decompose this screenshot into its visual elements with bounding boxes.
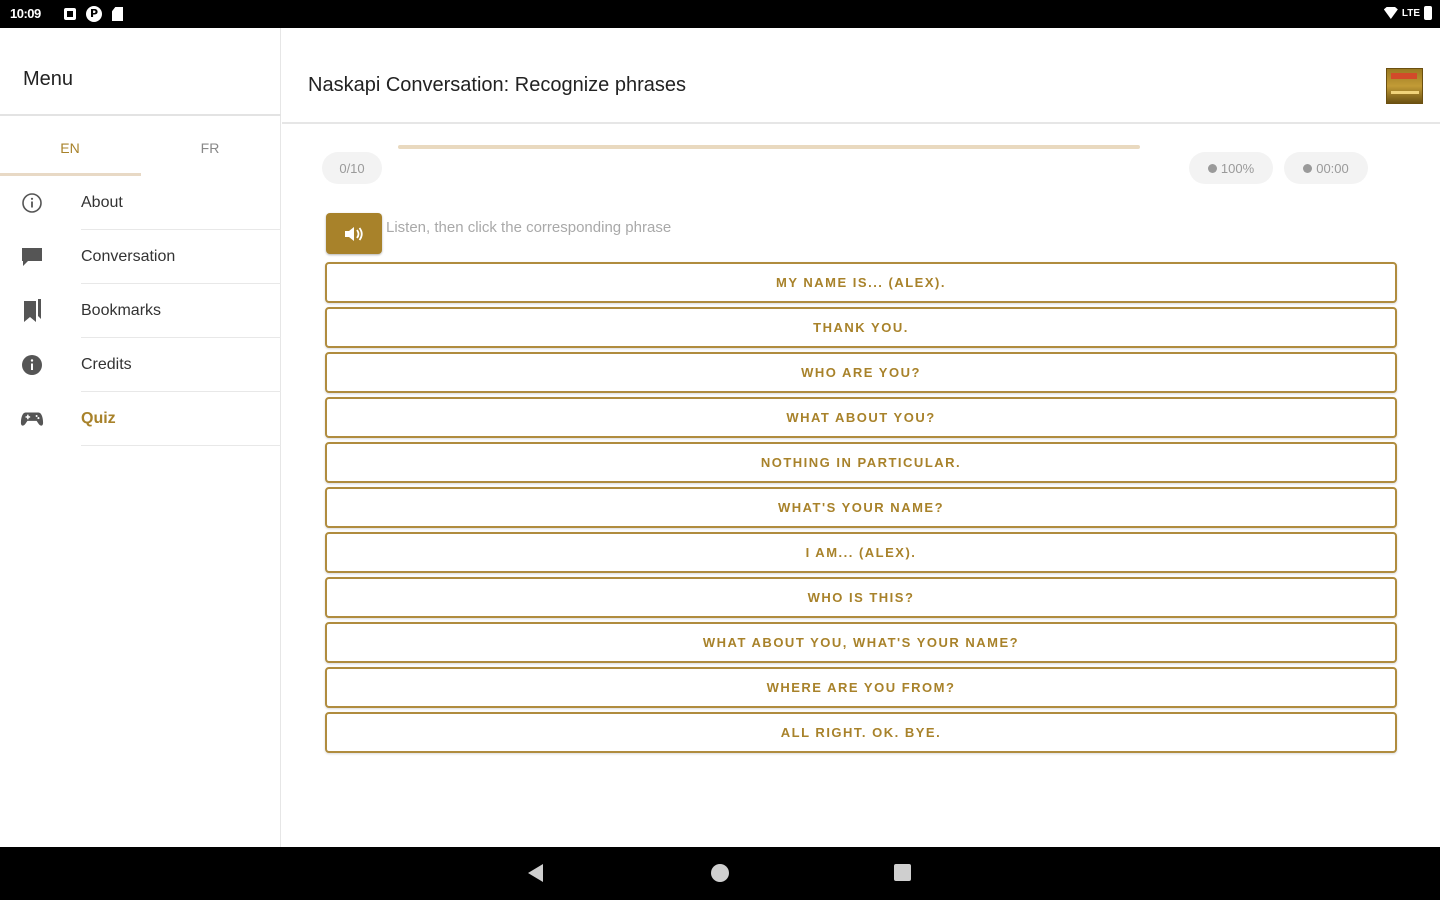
home-icon[interactable]: [711, 864, 729, 882]
status-bar: 10:09 P LTE: [0, 0, 1440, 28]
score-badge: 100%: [1189, 152, 1273, 184]
question-counter-text: 0/10: [339, 160, 365, 176]
sidebar-item-bookmarks[interactable]: Bookmarks: [0, 284, 281, 338]
status-icons: P: [64, 6, 123, 22]
progress-bar: [398, 145, 1140, 149]
score-text: 100%: [1220, 160, 1255, 176]
sidebar-separator: [81, 445, 281, 446]
answer-option[interactable]: MY NAME IS... (ALEX).: [325, 262, 1397, 303]
network-type: LTE: [1401, 7, 1420, 19]
question-counter: 0/10: [322, 152, 382, 184]
notification-square-icon: [64, 8, 76, 20]
answer-option[interactable]: I AM... (ALEX).: [325, 532, 1397, 573]
sidebar-item-label: Credits: [81, 356, 132, 373]
sidebar-item-conversation[interactable]: Conversation: [0, 230, 281, 284]
play-audio-button[interactable]: [326, 213, 382, 254]
page-title: Naskapi Conversation: Recognize phrases: [308, 74, 686, 96]
bookmarks-icon: [20, 299, 44, 323]
sidebar-item-about[interactable]: About: [0, 176, 281, 230]
sidebar-item-label: Bookmarks: [81, 302, 162, 319]
answer-option[interactable]: WHO IS THIS?: [325, 577, 1397, 618]
gamepad-icon: [20, 407, 44, 431]
answer-option[interactable]: WHO ARE YOU?: [325, 352, 1397, 393]
info-filled-icon: [20, 353, 44, 377]
answer-option[interactable]: WHAT'S YOUR NAME?: [325, 487, 1397, 528]
system-nav-bar: [0, 847, 1440, 900]
sidebar: Menu EN FR About Conversation Bookmarks …: [0, 28, 281, 847]
battery-icon: [1424, 6, 1432, 20]
sidebar-item-label: Conversation: [81, 248, 176, 265]
info-outline-icon: [20, 191, 44, 215]
menu-title: Menu: [23, 68, 74, 90]
answer-option[interactable]: WHAT ABOUT YOU?: [325, 397, 1397, 438]
tab-en[interactable]: EN: [0, 140, 140, 156]
sidebar-item-credits[interactable]: Credits: [0, 338, 281, 392]
instruction-text: Listen, then click the corresponding phr…: [386, 219, 672, 236]
tab-fr[interactable]: FR: [140, 140, 280, 156]
answer-options: MY NAME IS... (ALEX). THANK YOU. WHO ARE…: [325, 262, 1397, 757]
status-time: 10:09: [10, 6, 41, 21]
answer-option[interactable]: NOTHING IN PARTICULAR.: [325, 442, 1397, 483]
timer-text: 00:00: [1316, 160, 1349, 176]
sidebar-item-label: Quiz: [81, 410, 116, 427]
sidebar-item-label: About: [81, 194, 123, 211]
wifi-icon: [1383, 7, 1398, 19]
timer-clock-icon: [1303, 163, 1313, 173]
page-header: Naskapi Conversation: Recognize phrases: [282, 28, 1440, 124]
answer-option[interactable]: ALL RIGHT. OK. BYE.: [325, 712, 1397, 753]
sidebar-item-quiz[interactable]: Quiz: [0, 392, 281, 446]
app-p-icon: P: [86, 6, 102, 22]
answer-option[interactable]: WHAT ABOUT YOU, WHAT'S YOUR NAME?: [325, 622, 1397, 663]
language-tabs: EN FR: [0, 116, 281, 178]
status-right: LTE: [1383, 6, 1432, 20]
back-icon[interactable]: [528, 864, 543, 882]
speaker-icon: [345, 226, 363, 241]
chat-bubble-icon: [20, 245, 44, 269]
answer-option[interactable]: THANK YOU.: [325, 307, 1397, 348]
naskapi-logo: [1386, 68, 1423, 104]
recents-icon[interactable]: [894, 864, 911, 881]
answer-option[interactable]: WHERE ARE YOU FROM?: [325, 667, 1397, 708]
score-dot-icon: [1207, 163, 1217, 173]
timer-badge: 00:00: [1284, 152, 1368, 184]
sd-card-icon: [112, 7, 123, 21]
